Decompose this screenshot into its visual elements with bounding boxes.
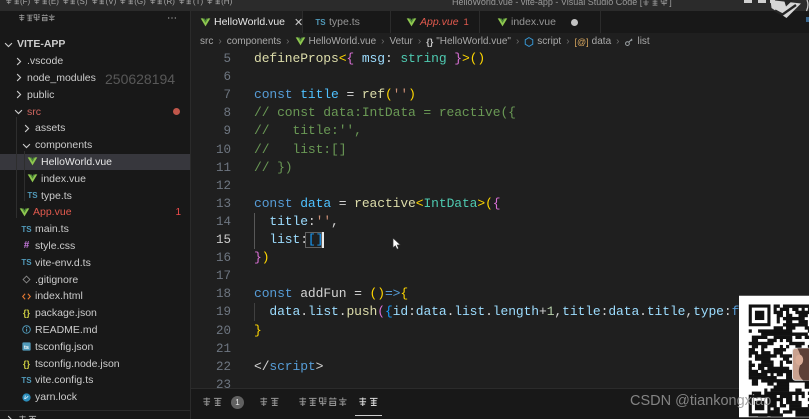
svg-text:ts: ts <box>24 345 29 351</box>
